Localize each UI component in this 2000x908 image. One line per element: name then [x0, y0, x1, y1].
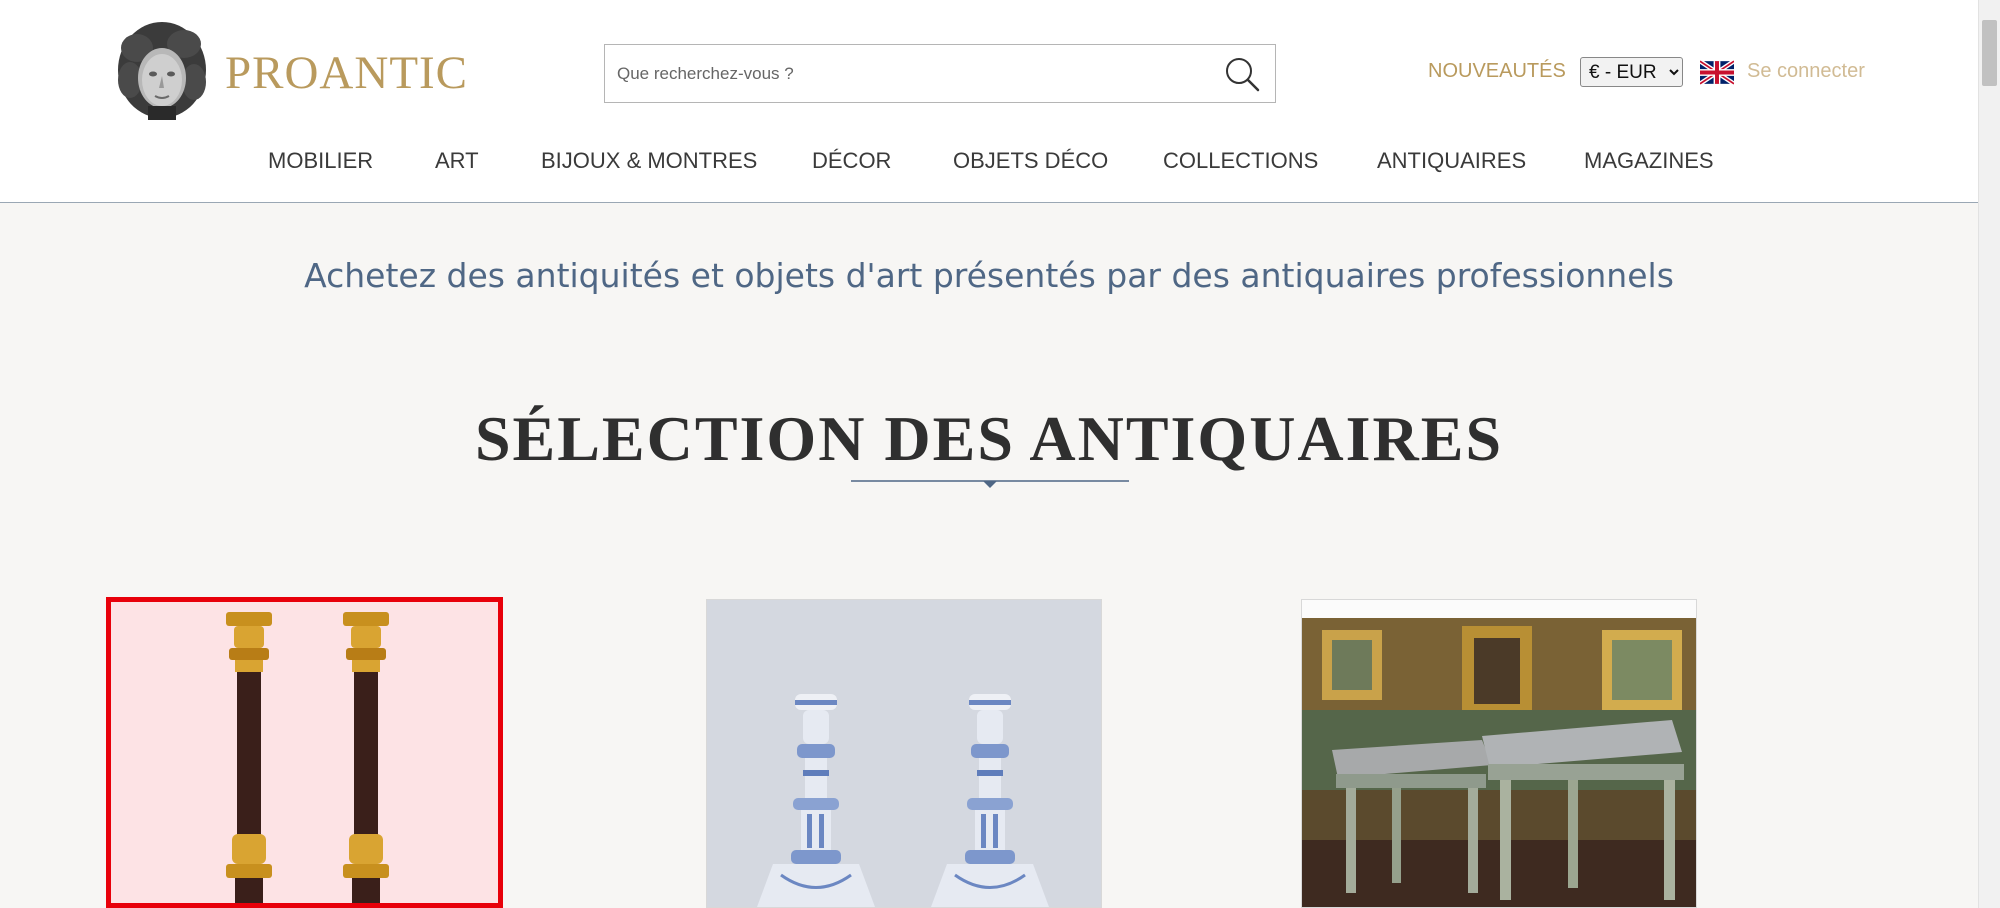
search-bar: [604, 44, 1276, 103]
product-image: [1302, 600, 1696, 907]
title-divider: [851, 480, 1129, 488]
nav-item-antiquaires[interactable]: ANTIQUAIRES: [1377, 148, 1526, 174]
product-image: [111, 602, 498, 903]
product-card-3[interactable]: [1301, 599, 1697, 908]
search-icon[interactable]: [1223, 55, 1261, 93]
section-title: SÉLECTION DES ANTIQUAIRES: [474, 403, 1504, 474]
site-header: PROANTIC NOUVEAUTÉS € - EUR Se connecter…: [0, 0, 1978, 203]
currency-select[interactable]: € - EUR: [1580, 57, 1683, 87]
search-input[interactable]: [605, 45, 1205, 102]
nav-item-objets-deco[interactable]: OBJETS DÉCO: [953, 148, 1108, 174]
nav-item-mobilier[interactable]: MOBILIER: [268, 148, 373, 174]
nav-item-magazines[interactable]: MAGAZINES: [1584, 148, 1714, 174]
login-link[interactable]: Se connecter: [1747, 60, 1865, 83]
page-scrollbar[interactable]: [1978, 0, 2000, 908]
nav-item-decor[interactable]: DÉCOR: [812, 148, 891, 174]
product-image: [707, 600, 1101, 907]
main-nav: MOBILIER ART BIJOUX & MONTRES DÉCOR OBJE…: [0, 148, 1978, 182]
tagline: Achetez des antiquités et objets d'art p…: [304, 256, 1674, 295]
logo-bust-icon[interactable]: [112, 20, 212, 122]
uk-flag-icon[interactable]: [1698, 59, 1736, 86]
nav-item-art[interactable]: ART: [435, 148, 479, 174]
product-card-1[interactable]: [106, 597, 503, 908]
nav-item-collections[interactable]: COLLECTIONS: [1163, 148, 1318, 174]
brand-name[interactable]: PROANTIC: [225, 46, 468, 100]
scrollbar-thumb[interactable]: [1982, 20, 1997, 86]
nav-item-bijoux-montres[interactable]: BIJOUX & MONTRES: [541, 148, 757, 174]
nouveautes-link[interactable]: NOUVEAUTÉS: [1428, 60, 1566, 83]
product-card-2[interactable]: [706, 599, 1102, 908]
